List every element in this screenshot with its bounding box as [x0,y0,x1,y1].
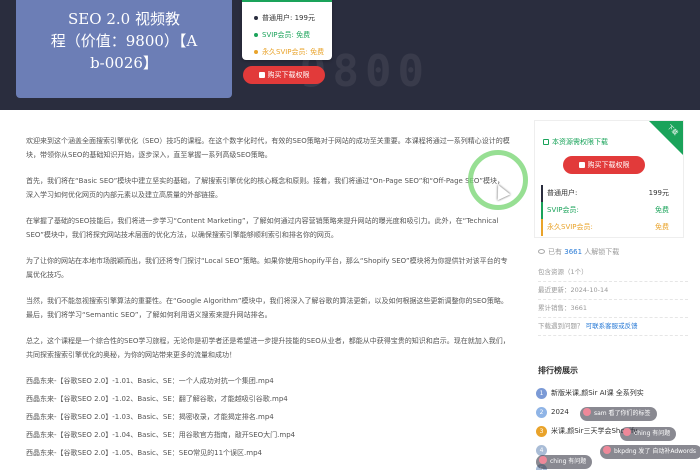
lesson-item: 西晶东来-【谷歌SEO 2.0】-1.04、Basic、SE：用谷歌官方指南，敲… [26,431,296,439]
lesson-item: 西晶东来-【谷歌SEO 2.0】-1.01、Basic、SE：一个人成功对抗一个… [26,377,274,385]
unlock-count: 已有 3661 人解锁下载 [538,247,619,257]
avatar [583,408,591,416]
price-svip: SVIP会员: 免费 [254,27,332,44]
click-highlight-ring [468,150,528,210]
cover-line: b-0026】 [90,54,158,72]
contact-support-link[interactable]: 可联系客服或反馈 [586,322,638,330]
lesson-item: 西晶东来-【谷歌SEO 2.0】-1.03、Basic、SE：揭密收录，才能揭定… [26,413,274,421]
meta-resources: 包含资源（1个） [538,264,688,282]
price-card: 普通用户: 199元 SVIP会员: 免费 永久SVIP会员: 免费 [242,0,332,60]
shopping-bag-icon [258,72,265,78]
rank-badge: 3 [536,426,547,437]
ranking-item[interactable]: 1 新版米课,颜Sir AI课 全系列实 [536,384,700,403]
bullet-icon [254,33,258,37]
lesson-item: 西晶东来-【谷歌SEO 2.0】-1.05、Basic、SE：SEO常见的11个… [26,449,262,457]
meta-help: 下载遇到问题？ 可联系客服或反馈 [538,318,688,336]
avatar [623,428,631,436]
cover-line: SEO 2.0 视频教 [68,10,180,28]
sidebar-price-list: 普通用户: 199元 SVIP会员: 免费 永久SVIP会员: 免费 [541,185,669,236]
price-row-forever: 永久SVIP会员: 免费 [541,219,669,236]
cover-line: 程（价值：9800）【A [50,32,198,50]
sidebar-buy-button[interactable]: 购买下载权限 [563,156,645,174]
ranking-title: 排行榜展示 [538,366,578,375]
article-paragraph: 总之，这个课程是一个综合性的SEO学习旅程，无论你是初学者还是希望进一步提升技能… [26,337,510,359]
buy-download-button[interactable]: 购买下载权限 [243,66,325,84]
price-row-svip: SVIP会员: 免费 [541,202,669,219]
avatar [539,456,547,464]
eye-icon [538,249,545,254]
article-paragraph: 当然，我们不能忽视搜索引擎算法的重要性。在“Google Algorithm”模… [26,297,508,319]
price-row-normal: 普通用户: 199元 [541,185,669,202]
permission-title: 本资源需权限下载 [543,137,608,147]
article-paragraph: 为了让你的网站在本地市场脱颖而出，我们还将专门探讨“Local SEO”策略。如… [26,257,508,279]
course-cover-title: SEO 2.0 视频教 程（价值：9800）【A b-0026】 [16,0,232,98]
course-description: 欢迎来到这个涵盖全面搜索引擎优化（SEO）技巧的课程。在这个数字化时代，有效的S… [26,134,510,464]
article-paragraph: 在掌握了基础的SEO技能后，我们将进一步学习“Content Marketing… [26,217,499,239]
price-normal: 普通用户: 199元 [254,10,332,27]
price-forever-svip: 永久SVIP会员: 免费 [254,44,332,61]
danmaku-comment: ching 有问题 [536,455,593,469]
hero-banner: 9800 SEO 2.0 视频教 程（价值：9800）【A b-0026】 普通… [0,0,700,110]
bullet-icon [254,16,258,20]
article-paragraph: 首先，我们将在“Basic SEO”模块中建立坚实的基础，了解搜索引擎优化的核心… [26,177,504,199]
meta-updated: 最近更新：2024-10-14 [538,282,688,300]
lock-icon [543,139,549,145]
price-card-stripe [242,0,332,2]
bullet-icon [254,50,258,54]
article-paragraph: 欢迎来到这个涵盖全面搜索引擎优化（SEO）技巧的课程。在这个数字化时代，有效的S… [26,137,510,159]
shopping-bag-icon [578,162,585,168]
meta-downloads: 累计销售：3661 [538,300,688,318]
rank-badge: 2 [536,407,547,418]
danmaku-comment: ching 有问题 [620,427,677,441]
resource-meta: 包含资源（1个） 最近更新：2024-10-14 累计销售：3661 下载遇到问… [538,264,688,336]
download-permission-card: 下载 本资源需权限下载 购买下载权限 普通用户: 199元 SVIP会员: 免费… [534,120,684,238]
danmaku-comment: sam 看了你们的标签 [580,407,657,421]
danmaku-comment: bkpdng 发了 自动补Adwords [600,445,700,459]
lesson-item: 西晶东来-【谷歌SEO 2.0】-1.02、Basic、SE：翻了解谷歌，才能越… [26,395,288,403]
rank-badge: 1 [536,388,547,399]
avatar [603,446,611,454]
